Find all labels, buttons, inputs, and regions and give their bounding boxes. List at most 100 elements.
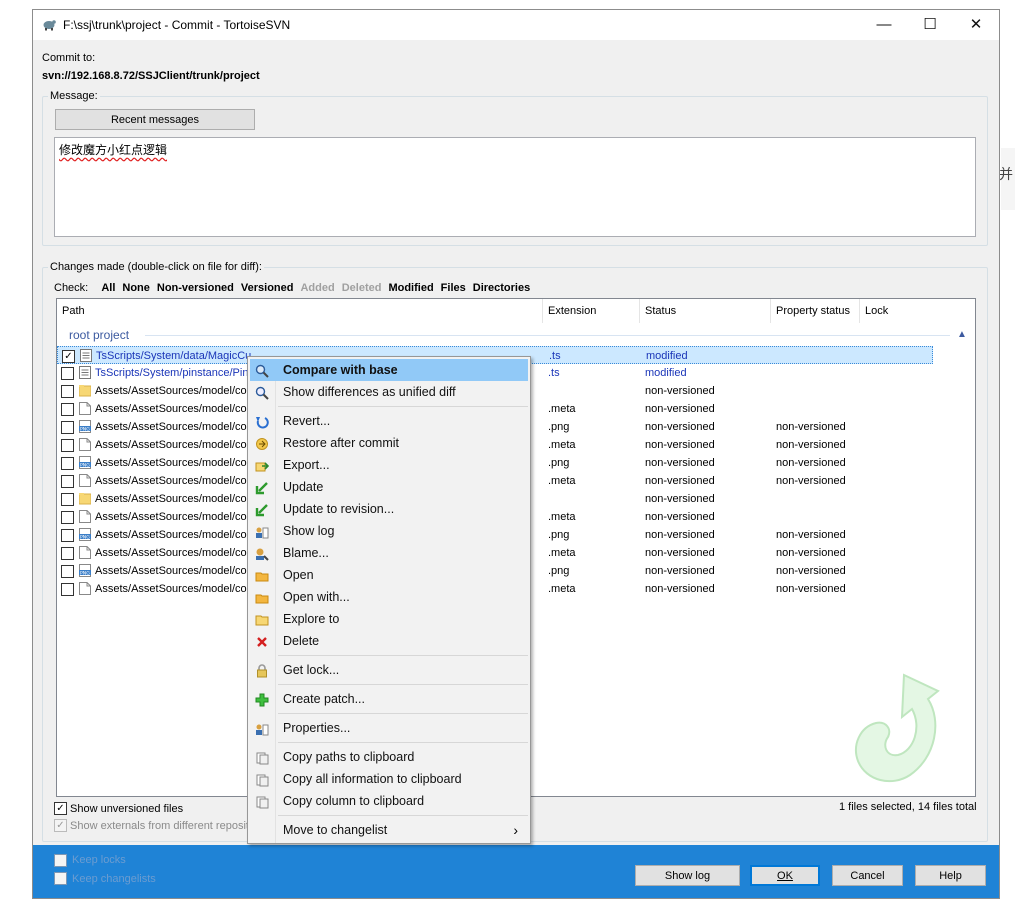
- row-property-status: non-versioned: [776, 529, 846, 541]
- keep-locks-label: Keep locks: [72, 854, 126, 866]
- row-checkbox[interactable]: ✓: [62, 350, 75, 363]
- menu-item-show-differences-as-unified-diff[interactable]: Show differences as unified diff: [250, 381, 528, 403]
- keep-locks-checkbox[interactable]: [54, 854, 67, 867]
- menu-item-delete[interactable]: Delete: [250, 630, 528, 652]
- filter-directories[interactable]: Directories: [473, 282, 530, 294]
- row-checkbox[interactable]: [61, 421, 74, 434]
- menu-item-get-lock[interactable]: Get lock...: [250, 659, 528, 681]
- menu-item-open-with[interactable]: Open with...: [250, 586, 528, 608]
- row-property-status: non-versioned: [776, 457, 846, 469]
- export-icon: [255, 458, 270, 472]
- menu-item-copy-column-to-clipboard[interactable]: Copy column to clipboard: [250, 790, 528, 812]
- svg-text:PNG: PNG: [80, 462, 90, 468]
- show-externals-checkbox[interactable]: ✓: [54, 819, 67, 832]
- log-icon: [255, 524, 269, 539]
- footer-bar: Keep locks Keep changelists Show log OK …: [33, 845, 999, 898]
- column-header-extension[interactable]: Extension: [543, 299, 640, 323]
- menu-item-move-to-changelist[interactable]: Move to changelist ›: [250, 819, 528, 841]
- row-checkbox[interactable]: [61, 529, 74, 542]
- message-textarea[interactable]: 修改魔方小红点逻辑: [54, 137, 976, 237]
- svg-text:PNG: PNG: [80, 534, 90, 540]
- menu-item-blame[interactable]: Blame...: [250, 542, 528, 564]
- menu-item-compare-with-base[interactable]: Compare with base: [250, 359, 528, 381]
- svg-text:PNG: PNG: [80, 426, 90, 432]
- filter-added: Added: [300, 282, 335, 294]
- menu-item-restore-after-commit[interactable]: Restore after commit: [250, 432, 528, 454]
- window-title: F:\ssj\trunk\project - Commit - Tortoise…: [63, 18, 291, 32]
- menu-item-export[interactable]: Export...: [250, 454, 528, 476]
- menu-item-label: Get lock...: [283, 663, 340, 677]
- commit-to-label: Commit to:: [42, 52, 96, 64]
- row-status: non-versioned: [645, 493, 715, 505]
- menu-item-explore-to[interactable]: Explore to: [250, 608, 528, 630]
- row-checkbox[interactable]: [61, 385, 74, 398]
- row-checkbox[interactable]: [61, 493, 74, 506]
- row-checkbox[interactable]: [61, 403, 74, 416]
- row-path: Assets/AssetSources/model/collection/4.p…: [95, 583, 250, 595]
- close-button[interactable]: ✕: [953, 10, 999, 40]
- menu-item-label: Properties...: [283, 721, 351, 735]
- menu-item-properties[interactable]: Properties...: [250, 717, 528, 739]
- row-property-status: non-versioned: [776, 583, 846, 595]
- row-path: Assets/AssetSources/model/collection: [95, 385, 250, 397]
- row-extension: .ts: [549, 350, 561, 362]
- show-unversioned-checkbox[interactable]: ✓: [54, 802, 67, 815]
- ok-button[interactable]: OK: [750, 865, 820, 886]
- menu-item-update-to-revision[interactable]: Update to revision...: [250, 498, 528, 520]
- open-with-icon: [255, 590, 269, 604]
- menu-item-create-patch[interactable]: Create patch...: [250, 688, 528, 710]
- row-checkbox[interactable]: [61, 457, 74, 470]
- filter-non-versioned[interactable]: Non-versioned: [157, 282, 234, 294]
- row-extension: .meta: [548, 547, 576, 559]
- row-extension: .png: [548, 457, 570, 469]
- filter-versioned[interactable]: Versioned: [241, 282, 294, 294]
- show-log-button[interactable]: Show log: [635, 865, 740, 886]
- row-checkbox[interactable]: [61, 439, 74, 452]
- row-checkbox[interactable]: [61, 367, 74, 380]
- maximize-button[interactable]: ☐: [907, 10, 953, 40]
- keep-changelists-checkbox[interactable]: [54, 872, 67, 885]
- group-header-root-project[interactable]: root project: [69, 328, 129, 342]
- menu-item-label: Copy all information to clipboard: [283, 772, 462, 786]
- minimize-button[interactable]: —: [861, 10, 907, 40]
- png-file-icon: PNG: [79, 564, 91, 577]
- filter-none[interactable]: None: [122, 282, 150, 294]
- submenu-arrow-icon: ›: [513, 822, 518, 838]
- menu-item-revert[interactable]: Revert...: [250, 410, 528, 432]
- menu-item-update[interactable]: Update: [250, 476, 528, 498]
- row-property-status: non-versioned: [776, 565, 846, 577]
- column-header-lock[interactable]: Lock: [860, 299, 920, 323]
- context-menu: Compare with base Show differences as uni…: [247, 356, 531, 844]
- row-path: Assets/AssetSources/model/collection/4.p…: [95, 565, 250, 577]
- menu-item-show-log[interactable]: Show log: [250, 520, 528, 542]
- row-checkbox[interactable]: [61, 511, 74, 524]
- file-icon: [79, 474, 91, 487]
- menu-item-copy-paths-to-clipboard[interactable]: Copy paths to clipboard: [250, 746, 528, 768]
- menu-item-label: Move to changelist: [283, 823, 388, 837]
- blame-icon: [255, 546, 269, 561]
- menu-item-copy-all-information-to-clipboard[interactable]: Copy all information to clipboard: [250, 768, 528, 790]
- column-header-path[interactable]: Path: [57, 299, 543, 323]
- column-header-status[interactable]: Status: [640, 299, 771, 323]
- clipboard-icon: [255, 750, 269, 765]
- cancel-button[interactable]: Cancel: [832, 865, 903, 886]
- filter-files[interactable]: Files: [441, 282, 466, 294]
- column-header-property-status[interactable]: Property status: [771, 299, 860, 323]
- collapse-chevron-icon[interactable]: ▲: [957, 329, 967, 340]
- filter-modified[interactable]: Modified: [388, 282, 433, 294]
- help-button[interactable]: Help: [915, 865, 986, 886]
- row-extension: .meta: [548, 403, 576, 415]
- row-property-status: non-versioned: [776, 439, 846, 451]
- update-revision-icon: [255, 502, 269, 517]
- row-checkbox[interactable]: [61, 583, 74, 596]
- row-checkbox[interactable]: [61, 547, 74, 560]
- show-unversioned-label: Show unversioned files: [70, 803, 184, 815]
- recent-messages-button[interactable]: Recent messages: [55, 109, 255, 130]
- png-file-icon: PNG: [79, 456, 91, 469]
- filter-all[interactable]: All: [101, 282, 115, 294]
- menu-item-open[interactable]: Open: [250, 564, 528, 586]
- row-checkbox[interactable]: [61, 475, 74, 488]
- row-checkbox[interactable]: [61, 565, 74, 578]
- row-status: non-versioned: [645, 457, 715, 469]
- menu-item-label: Explore to: [283, 612, 340, 626]
